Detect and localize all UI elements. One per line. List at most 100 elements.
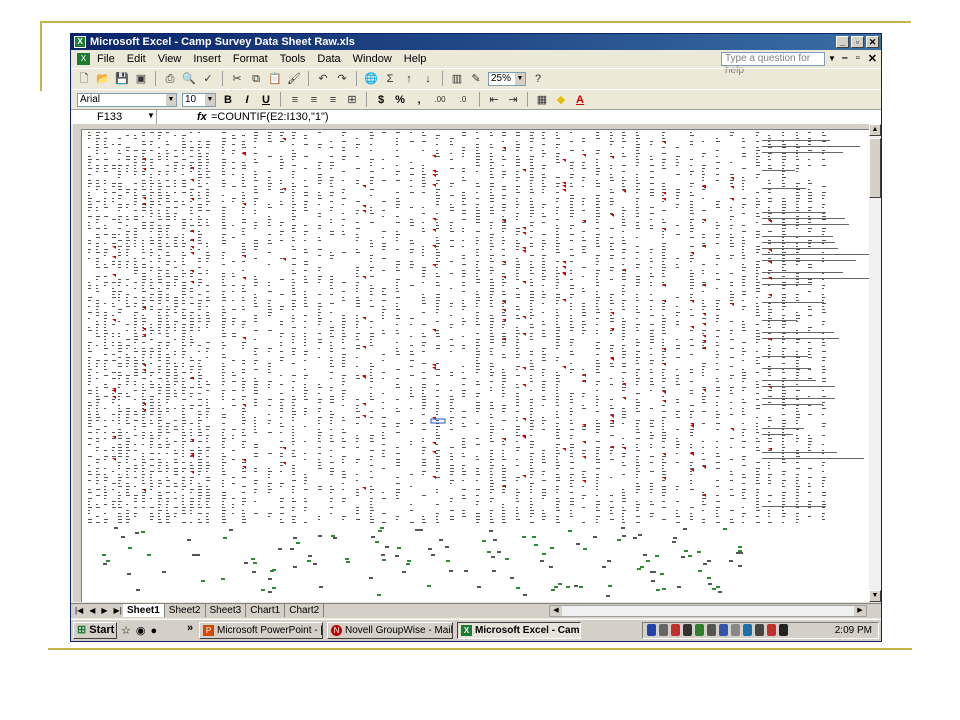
doc-close-button[interactable]: ✕ <box>868 52 877 65</box>
help-dropdown-icon[interactable]: ▼ <box>828 53 838 65</box>
permission-icon[interactable]: ▣ <box>134 72 148 86</box>
menu-window[interactable]: Window <box>353 52 392 66</box>
cell-mark <box>190 360 194 361</box>
format-painter-icon[interactable]: 🖌 <box>287 72 301 86</box>
menu-file[interactable]: File <box>97 52 115 66</box>
cell-mark <box>490 435 492 436</box>
cell-mark <box>304 396 306 397</box>
menu-help[interactable]: Help <box>404 52 427 66</box>
cell-mark <box>104 474 106 475</box>
italic-button[interactable]: I <box>240 94 254 106</box>
workbook-icon[interactable]: X <box>77 53 90 65</box>
paste-icon[interactable]: 📋 <box>268 72 282 86</box>
cell-area[interactable] <box>82 130 869 602</box>
sort-ascending-icon[interactable]: ↑ <box>402 72 416 86</box>
cell-mark <box>702 198 704 199</box>
cell-mark <box>158 429 161 430</box>
cell-mark <box>742 408 744 409</box>
cell-mark <box>542 246 544 247</box>
currency-button[interactable]: $ <box>374 94 388 106</box>
align-left-icon[interactable]: ≡ <box>288 93 302 107</box>
font-dropdown-icon[interactable]: ▼ <box>166 93 176 106</box>
insert-function-icon[interactable]: fx <box>197 110 207 124</box>
spelling-icon[interactable]: ✓ <box>201 72 215 86</box>
cell-mark <box>622 354 626 355</box>
new-icon[interactable]: 🗋 <box>77 72 91 86</box>
drawing-icon[interactable]: ✎ <box>469 72 483 86</box>
menu-data[interactable]: Data <box>317 52 340 66</box>
cell-mark <box>542 456 545 457</box>
cut-icon[interactable]: ✂ <box>230 72 244 86</box>
cell-mark <box>232 360 235 361</box>
cell-mark <box>636 354 638 355</box>
formula-input[interactable]: =COUNTIF(E2:I130,"1") <box>211 110 329 124</box>
font-name-select[interactable]: Arial ▼ <box>77 92 177 107</box>
decrease-decimal-button[interactable]: .0 <box>454 93 472 107</box>
help-question-input[interactable]: Type a question for help <box>721 52 825 76</box>
cell-mark <box>556 132 558 133</box>
underline-button[interactable]: U <box>259 94 273 106</box>
cell-mark <box>254 456 258 457</box>
name-box-dropdown-icon[interactable]: ▼ <box>147 111 155 120</box>
redo-icon[interactable]: ↷ <box>335 72 349 86</box>
doc-minimize-button[interactable]: – <box>842 52 848 65</box>
autosum-icon[interactable]: Σ <box>383 72 397 86</box>
zoom-dropdown-icon[interactable]: ▼ <box>515 72 525 85</box>
merge-center-icon[interactable]: ⊞ <box>345 93 359 107</box>
font-size-select[interactable]: 10 ▼ <box>182 92 216 107</box>
increase-indent-icon[interactable]: ⇥ <box>506 93 520 107</box>
fill-color-icon[interactable]: ◆ <box>554 93 568 107</box>
zoom-select[interactable]: 25% ▼ <box>488 71 526 86</box>
restore-button[interactable]: ▫ <box>851 36 864 48</box>
size-dropdown-icon[interactable]: ▼ <box>205 93 215 106</box>
name-box[interactable]: F133 <box>73 110 157 124</box>
cell-mark <box>112 399 115 400</box>
cell-mark <box>382 216 384 217</box>
align-right-icon[interactable]: ≡ <box>326 93 340 107</box>
menu-edit[interactable]: Edit <box>127 52 146 66</box>
open-folder-icon[interactable]: 📂 <box>96 72 110 86</box>
cell-mark <box>112 168 116 169</box>
comma-button[interactable]: , <box>412 94 426 106</box>
cell-mark <box>796 456 800 457</box>
minimize-button[interactable]: _ <box>836 36 849 48</box>
bold-button[interactable]: B <box>221 94 235 106</box>
print-preview-icon[interactable]: 🔍 <box>182 72 196 86</box>
cell-mark <box>436 261 440 262</box>
cell-mark <box>158 276 161 277</box>
cell-mark <box>280 336 282 337</box>
cell-mark <box>318 303 321 304</box>
chart-wizard-icon[interactable]: ▥ <box>450 72 464 86</box>
cell-mark <box>596 150 600 151</box>
hyperlink-icon[interactable]: 🌐 <box>364 72 378 86</box>
menu-tools[interactable]: Tools <box>280 52 306 66</box>
worksheet-grid[interactable] <box>73 124 869 602</box>
doc-restore-button[interactable]: ▫ <box>856 52 860 65</box>
print-icon[interactable]: ⎙ <box>163 72 177 86</box>
align-center-icon[interactable]: ≡ <box>307 93 321 107</box>
cell-mark <box>530 336 532 337</box>
cell-mark <box>330 195 333 196</box>
borders-icon[interactable]: ▦ <box>535 93 549 107</box>
decrease-indent-icon[interactable]: ⇤ <box>487 93 501 107</box>
save-icon[interactable]: 💾 <box>115 72 129 86</box>
help-icon[interactable]: ? <box>531 72 545 86</box>
cell-mark <box>610 519 614 520</box>
row-headers[interactable] <box>73 129 82 602</box>
increase-decimal-button[interactable]: .00 <box>431 93 449 107</box>
menu-view[interactable]: View <box>158 52 182 66</box>
percent-button[interactable]: % <box>393 94 407 106</box>
excel-app-icon[interactable]: X <box>74 36 86 48</box>
undo-icon[interactable]: ↶ <box>316 72 330 86</box>
menu-format[interactable]: Format <box>233 52 268 66</box>
font-color-icon[interactable]: A <box>573 93 587 107</box>
cell-mark <box>342 318 345 319</box>
close-button[interactable]: ✕ <box>866 36 879 48</box>
copy-icon[interactable]: ⧉ <box>249 72 263 86</box>
cell-mark <box>730 219 732 220</box>
sort-descending-icon[interactable]: ↓ <box>421 72 435 86</box>
menu-insert[interactable]: Insert <box>193 52 221 66</box>
cell-mark <box>808 306 811 307</box>
title-bar[interactable]: X Microsoft Excel - Camp Survey Data She… <box>71 34 881 50</box>
cell-mark <box>822 492 826 493</box>
